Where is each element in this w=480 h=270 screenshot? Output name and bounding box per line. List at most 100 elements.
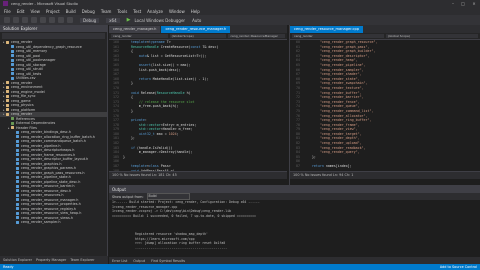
- source-control-button[interactable]: Add to Source Control: [440, 265, 477, 269]
- file-icon: [11, 63, 14, 67]
- toolbar: Debug x64 ▶ Local Windows Debugger Auto: [0, 15, 480, 25]
- file-icon: [16, 220, 19, 224]
- file-icon: [16, 130, 19, 134]
- tab-find-symbol[interactable]: Find Symbol Results: [151, 259, 185, 263]
- crumb-project-right[interactable]: ceng_render: [292, 34, 384, 38]
- menu-project[interactable]: Project: [46, 9, 60, 14]
- tab-solution-explorer[interactable]: Solution Explorer: [3, 258, 32, 262]
- crumb-project[interactable]: ceng_render: [111, 34, 168, 38]
- menu-team[interactable]: Team: [101, 9, 112, 14]
- crumb-scope-right[interactable]: (Global Scope): [386, 34, 478, 38]
- solution-search-input[interactable]: [2, 33, 105, 39]
- folder-icon: [6, 108, 9, 112]
- menu-window[interactable]: Window: [169, 9, 185, 14]
- menu-debug[interactable]: Debug: [82, 9, 95, 14]
- tab-property-manager[interactable]: Property Manager: [36, 258, 66, 262]
- code-line: 188 void AddPass(Pass&& p): [113, 168, 175, 171]
- file-icon: [16, 207, 19, 211]
- file-icon: [11, 67, 14, 71]
- menu-analyze[interactable]: Analyze: [147, 9, 163, 14]
- output-toolbar: Show output from: Build: [109, 193, 480, 200]
- auto-select[interactable]: Auto: [192, 18, 201, 23]
- code-line: 87 return names[index];: [296, 164, 352, 169]
- minimize-icon[interactable]: –: [448, 1, 458, 6]
- show-output-label: Show output from:: [112, 194, 144, 199]
- tab-file-active[interactable]: ceng_render_resource_manager.h: [161, 26, 231, 33]
- folder-icon: [6, 112, 9, 116]
- file-icon: [11, 49, 14, 53]
- vs-logo-icon: [3, 1, 8, 6]
- tab-file[interactable]: ceng_render_manager.h: [109, 26, 161, 33]
- folder-icon: [11, 126, 14, 130]
- editor-right-tabs: ceng_render_resource_manager.cpp: [290, 25, 480, 33]
- file-icon: [11, 58, 14, 62]
- tab-output[interactable]: Output: [133, 259, 145, 263]
- save-all-icon[interactable]: [49, 17, 55, 23]
- solution-tree: ▸ ceng_render ceng_util_dependency_graph_r…: [0, 40, 107, 225]
- menu-view[interactable]: View: [30, 9, 40, 14]
- code-area-right[interactable]: 60 "ceng_render_graph_resource", 61 "cen…: [290, 40, 480, 171]
- menu-bar: File Edit View Project Build Debug Team …: [0, 7, 480, 15]
- folder-icon: [6, 81, 9, 85]
- menu-edit[interactable]: Edit: [17, 9, 25, 14]
- open-icon[interactable]: [31, 17, 37, 23]
- config-select[interactable]: Debug: [80, 17, 100, 23]
- title-bar: ceng_render - Microsoft Visual Studio – …: [0, 0, 480, 7]
- code-area-left[interactable]: 160 template<typename T> 161 ResourceHan…: [109, 40, 287, 171]
- editor-left-status: 100 % No issues found Ln: 181 Ch: 45: [109, 171, 287, 179]
- platform-select[interactable]: x64: [106, 17, 120, 23]
- play-icon[interactable]: ▶: [127, 17, 131, 23]
- file-icon: [11, 54, 14, 58]
- menu-build[interactable]: Build: [66, 9, 76, 14]
- file-icon: [11, 76, 14, 80]
- file-icon: [16, 153, 19, 157]
- folder-icon: [6, 94, 9, 98]
- folder-icon: [6, 40, 9, 44]
- file-icon: [16, 193, 19, 197]
- tab-team-explorer[interactable]: Team Explorer: [70, 258, 94, 262]
- file-icon: [16, 175, 19, 179]
- crumb-member[interactable]: ceng_render::ResourceManager: [228, 34, 286, 38]
- output-text[interactable]: 1>------ Build started: Project: ceng_re…: [109, 200, 480, 251]
- file-icon: [16, 171, 19, 175]
- save-icon[interactable]: [40, 17, 46, 23]
- solution-explorer: Solution Explorer ▸ ceng_render ceng_util_…: [0, 25, 108, 256]
- file-icon: [16, 216, 19, 220]
- undo-icon[interactable]: [58, 17, 64, 23]
- forward-icon[interactable]: [13, 17, 19, 23]
- output-panel: Output Show output from: Build 1>------ …: [109, 185, 480, 264]
- menu-test[interactable]: Test: [133, 9, 141, 14]
- file-icon: [11, 45, 14, 49]
- file-icon: [16, 166, 19, 170]
- status-text: Ready: [3, 265, 14, 269]
- output-source-select[interactable]: Build: [146, 193, 190, 200]
- tree-item[interactable]: ceng_render_sampler.h: [0, 220, 107, 225]
- debugger-button[interactable]: Local Windows Debugger: [134, 18, 185, 23]
- crumb-scope[interactable]: (Global Scope): [169, 34, 227, 38]
- editor-left: ceng_render_manager.h ceng_render_resour…: [109, 25, 287, 185]
- file-icon: [16, 184, 19, 188]
- menu-help[interactable]: Help: [191, 9, 200, 14]
- new-file-icon[interactable]: [22, 17, 28, 23]
- breadcrumb-right: ceng_render (Global Scope): [290, 33, 480, 40]
- solution-tabs: Solution Explorer Property Manager Team …: [0, 256, 108, 264]
- file-icon: [16, 139, 19, 143]
- file-icon: [16, 148, 19, 152]
- tab-cpp-file[interactable]: ceng_render_resource_manager.cpp: [290, 26, 364, 33]
- back-icon[interactable]: [4, 17, 10, 23]
- file-icon: [16, 202, 19, 206]
- folder-icon: [6, 103, 9, 107]
- file-icon: [16, 135, 19, 139]
- close-icon[interactable]: ×: [469, 1, 479, 6]
- menu-tools[interactable]: Tools: [117, 9, 127, 14]
- file-icon: [11, 121, 14, 125]
- menu-file[interactable]: File: [4, 9, 11, 14]
- maximize-icon[interactable]: □: [458, 1, 468, 6]
- file-icon: [11, 117, 14, 121]
- file-icon: [16, 211, 19, 215]
- breadcrumb: ceng_render (Global Scope) ceng_render::…: [109, 33, 287, 40]
- file-icon: [11, 72, 14, 76]
- redo-icon[interactable]: [67, 17, 73, 23]
- tab-error-list[interactable]: Error List: [112, 259, 127, 263]
- editor-right: ceng_render_resource_manager.cpp ceng_re…: [289, 25, 480, 185]
